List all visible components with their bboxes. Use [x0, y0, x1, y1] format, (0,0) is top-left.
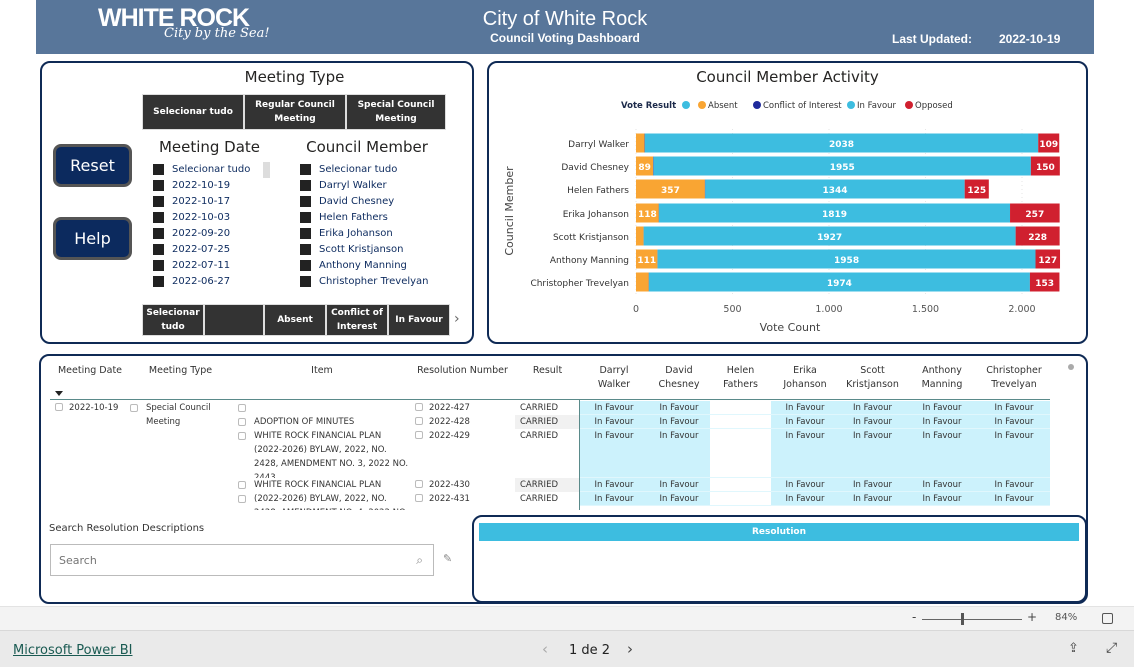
expand-checkbox[interactable] [238, 495, 246, 503]
vote-cell: In Favour [648, 429, 710, 478]
table-cell-item [238, 401, 410, 415]
vote-cell: In Favour [580, 415, 648, 429]
vote-cell: In Favour [839, 492, 906, 506]
table-cell-resolution: 2022-427 [415, 401, 510, 415]
share-icon[interactable]: ⇪ [1068, 641, 1079, 656]
table-cell-result: CARRIED [520, 403, 558, 413]
search-icon[interactable]: ⌕ [416, 553, 423, 568]
table-cell-meeting-type: Special Council Meeting [130, 401, 230, 429]
search-label: Search Resolution Descriptions [49, 523, 205, 534]
vote-cell: In Favour [771, 478, 839, 492]
expand-checkbox[interactable] [415, 403, 423, 411]
vote-cell: In Favour [839, 415, 906, 429]
vote-cell [710, 415, 771, 429]
table-cell-resolution: 2022-430 [415, 478, 510, 492]
vote-cell: In Favour [580, 401, 648, 415]
resolution-header: Resolution [479, 523, 1079, 541]
item-text: WHITE ROCK FINANCIAL PLAN (2022-2026) BY… [254, 431, 409, 478]
table-cell-item: WHITE ROCK FINANCIAL PLAN (2022-2026) BY… [238, 429, 410, 478]
footer: Microsoft Power BI ‹ 1 de 2 › ⇪ ⤢ [0, 631, 1134, 667]
resolution-text: 2022-430 [429, 480, 470, 490]
table-body: In Favour In Favour In Favour In Favour In F… [0, 0, 1100, 510]
zoom-slider[interactable] [922, 619, 1022, 620]
resolution-text: 2022-427 [429, 403, 470, 413]
vote-cell: In Favour [978, 415, 1050, 429]
vote-cell: In Favour [978, 492, 1050, 506]
expand-checkbox[interactable] [415, 480, 423, 488]
vote-cell: In Favour [771, 401, 839, 415]
next-page-icon[interactable]: › [627, 640, 633, 658]
vote-cell: In Favour [906, 429, 978, 478]
expand-checkbox[interactable] [238, 481, 246, 489]
table-cell-meeting-date: 2022-10-19 [55, 401, 118, 415]
item-text [254, 401, 410, 415]
table-cell-resolution: 2022-429 [415, 429, 510, 443]
vote-cell: In Favour [839, 401, 906, 415]
eraser-icon[interactable]: ✎ [443, 552, 452, 565]
table-cell-result: CARRIED [520, 417, 558, 427]
expand-checkbox[interactable] [415, 431, 423, 439]
vote-cell [710, 478, 771, 492]
expand-checkbox[interactable] [238, 432, 246, 440]
vote-cell: In Favour [906, 415, 978, 429]
resolution-text: 2022-428 [429, 417, 470, 427]
search-box: ⌕ [50, 544, 434, 576]
vote-cell [710, 429, 771, 478]
vote-cell: In Favour [839, 478, 906, 492]
resolution-panel: Resolution [472, 515, 1087, 603]
item-text: ADOPTION OF MINUTES [254, 417, 355, 427]
item-text [254, 492, 410, 506]
vote-cell: In Favour [771, 429, 839, 478]
vote-cell: In Favour [580, 429, 648, 478]
vote-cell: In Favour [978, 478, 1050, 492]
vote-cell [710, 401, 771, 415]
zoom-bar: - + 84% [0, 606, 1134, 631]
table-cell-resolution: 2022-431 [415, 492, 510, 506]
table-cell-result: CARRIED [520, 480, 558, 490]
table-scrollbar[interactable] [1068, 364, 1074, 370]
vote-cell: In Favour [648, 492, 710, 506]
previous-page-icon[interactable]: ‹ [542, 640, 548, 658]
vote-cell: In Favour [771, 415, 839, 429]
zoom-slider-thumb[interactable] [961, 613, 964, 625]
vote-cell: In Favour [906, 401, 978, 415]
table-cell-item: ADOPTION OF MINUTES [238, 415, 410, 429]
expand-checkbox[interactable] [238, 418, 246, 426]
fit-to-page-icon[interactable] [1102, 613, 1113, 624]
vote-cell: In Favour [978, 401, 1050, 415]
vote-cell: In Favour [771, 492, 839, 506]
vote-cell: In Favour [648, 415, 710, 429]
vote-cell: In Favour [580, 478, 648, 492]
vote-cell [710, 492, 771, 506]
vote-cell: In Favour [580, 492, 648, 506]
power-bi-link[interactable]: Microsoft Power BI [13, 643, 132, 658]
table-cell-item [238, 492, 410, 506]
expand-checkbox[interactable] [130, 404, 138, 412]
zoom-level: 84% [1055, 612, 1078, 623]
vote-cell: In Favour [906, 492, 978, 506]
resolution-text: 2022-431 [429, 494, 470, 504]
table-cell-resolution: 2022-428 [415, 415, 510, 429]
resolution-text: 2022-429 [429, 431, 470, 441]
table-cell-result: CARRIED [520, 431, 558, 441]
type-text: Special Council Meeting [146, 403, 211, 427]
page-indicator: 1 de 2 [569, 643, 611, 658]
expand-checkbox[interactable] [415, 417, 423, 425]
expand-checkbox[interactable] [238, 404, 246, 412]
vote-cell: In Favour [648, 478, 710, 492]
expand-checkbox[interactable] [415, 494, 423, 502]
table-cell-result: CARRIED [520, 494, 558, 504]
vote-cell: In Favour [839, 429, 906, 478]
zoom-out-button[interactable]: - [912, 610, 916, 624]
vote-cell: In Favour [648, 401, 710, 415]
search-input[interactable] [59, 553, 417, 567]
vote-divider [579, 400, 580, 510]
vote-cell: In Favour [978, 429, 1050, 478]
zoom-in-button[interactable]: + [1027, 610, 1037, 624]
vote-cell: In Favour [906, 478, 978, 492]
expand-checkbox[interactable] [55, 403, 63, 411]
date-text: 2022-10-19 [69, 403, 119, 413]
fullscreen-icon[interactable]: ⤢ [1106, 640, 1117, 656]
